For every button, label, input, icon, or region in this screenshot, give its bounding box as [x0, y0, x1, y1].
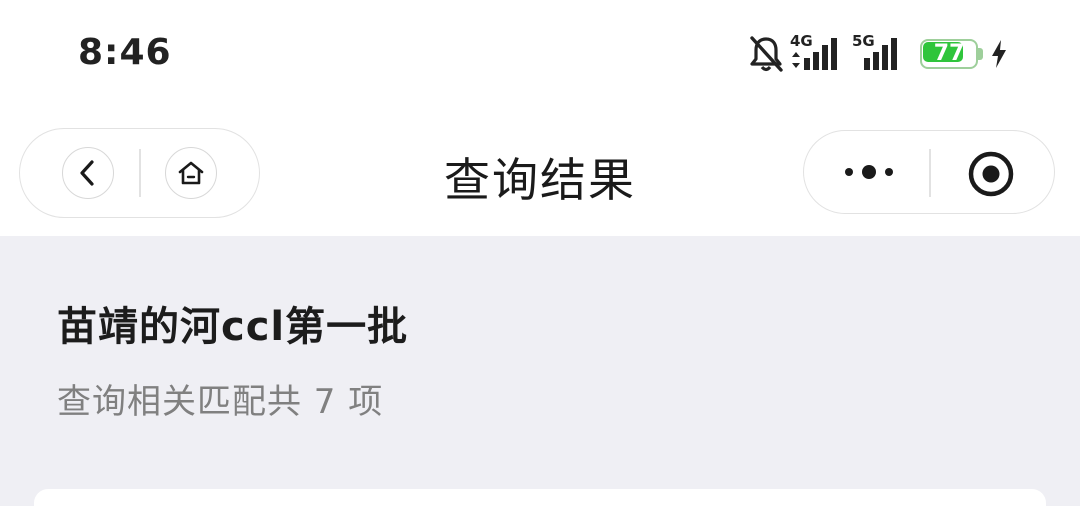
signal-5g-icon [864, 38, 897, 70]
signal-4g-icon [804, 38, 837, 70]
status-icons: 4G 5G 77 [748, 30, 1008, 76]
result-card[interactable] [34, 489, 1046, 506]
result-summary: 查询相关匹配共 7 项 [57, 382, 384, 422]
result-content: 苗靖的河ccl第一批 查询相关匹配共 7 项 [0, 236, 1080, 506]
nav-capsule-right [803, 130, 1055, 214]
status-time: 8:46 [78, 32, 172, 73]
bell-muted-icon [750, 36, 783, 72]
page-title: 查询结果 [444, 153, 636, 207]
nav-capsule-left [19, 128, 260, 218]
back-chevron-icon [80, 160, 94, 186]
home-button[interactable] [165, 147, 217, 199]
target-icon [968, 151, 1014, 197]
more-dots-icon [845, 165, 893, 179]
data-arrows-icon [792, 52, 800, 68]
capsule-divider [929, 149, 931, 197]
battery-value: 77 [933, 41, 965, 66]
capsule-divider [139, 149, 141, 197]
result-title: 苗靖的河ccl第一批 [57, 304, 409, 350]
status-bar: 8:46 4G 5G 77 [0, 0, 1080, 104]
nav-bar: 查询结果 [0, 104, 1080, 236]
back-button[interactable] [62, 147, 114, 199]
charging-bolt-icon [992, 40, 1006, 68]
battery-icon: 77 [920, 39, 984, 69]
home-icon [178, 161, 204, 185]
more-button[interactable] [838, 152, 900, 192]
close-miniprogram-button[interactable] [967, 150, 1015, 198]
